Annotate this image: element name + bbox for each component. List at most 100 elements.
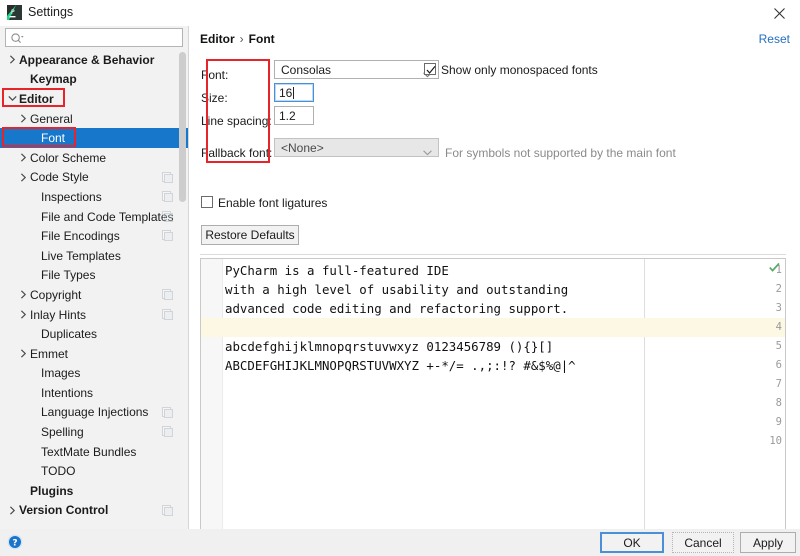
chevron-right-icon[interactable] (17, 114, 30, 123)
close-icon[interactable] (758, 0, 800, 26)
sidebar-item-label: File and Code Templates (41, 210, 174, 224)
settings-dialog: P Settings Appearance & Behavior Keymap Ed… (0, 0, 800, 556)
sidebar-item-label: Inlay Hints (30, 308, 86, 322)
sidebar-item-label: Emmet (30, 347, 68, 361)
cancel-button[interactable]: Cancel (672, 532, 734, 553)
font-label: Font: (201, 68, 228, 82)
gutter-line-number: 2 (776, 283, 782, 295)
show-monospaced-label[interactable]: Show only monospaced fonts (441, 63, 598, 77)
sidebar-item-file-encodings[interactable]: File Encodings (0, 226, 188, 246)
chevron-down-icon[interactable] (6, 95, 19, 102)
sidebar-item-appearance-behavior[interactable]: Appearance & Behavior (0, 50, 188, 70)
sidebar-item-label: Version Control (19, 503, 108, 517)
show-monospaced-checkbox[interactable] (424, 63, 436, 75)
sidebar-item-keymap[interactable]: Keymap (0, 70, 188, 90)
sidebar-item-images[interactable]: Images (0, 364, 188, 384)
gutter-line-number: 10 (769, 435, 782, 447)
font-ligatures-checkbox[interactable] (201, 196, 213, 208)
sidebar-scrollbar-thumb[interactable] (179, 52, 186, 202)
sidebar-item-label: Appearance & Behavior (19, 53, 154, 67)
reset-link[interactable]: Reset (759, 32, 790, 46)
sidebar-item-inspections[interactable]: Inspections (0, 187, 188, 207)
help-icon[interactable]: ? (7, 534, 23, 550)
svg-text:?: ? (12, 538, 17, 548)
chevron-right-icon[interactable] (17, 290, 30, 299)
project-config-icon (162, 426, 173, 437)
apply-button[interactable]: Apply (740, 532, 796, 553)
preview-line-text: PyCharm is a full-featured IDE (225, 263, 449, 278)
gutter-separator (222, 259, 223, 535)
gutter-line-number: 9 (776, 416, 782, 428)
sidebar-item-intentions[interactable]: Intentions (0, 383, 188, 403)
gutter-line-number: 5 (776, 340, 782, 352)
sidebar-item-font[interactable]: Font (0, 128, 188, 148)
project-config-icon (162, 230, 173, 241)
sidebar-item-file-and-code-templates[interactable]: File and Code Templates (0, 207, 188, 227)
sidebar-item-copyright[interactable]: Copyright (0, 285, 188, 305)
project-config-icon (162, 211, 173, 222)
sidebar-item-editor[interactable]: Editor (0, 89, 188, 109)
sidebar-item-label: Font (41, 131, 65, 145)
sidebar-scrollbar[interactable] (179, 52, 186, 547)
sidebar-item-label: Duplicates (41, 327, 97, 341)
sidebar-item-emmet[interactable]: Emmet (0, 344, 188, 364)
title-bar: P Settings (0, 0, 800, 26)
sidebar-item-inlay-hints[interactable]: Inlay Hints (0, 305, 188, 325)
fallback-font-hint: For symbols not supported by the main fo… (445, 146, 676, 160)
sidebar-item-label: Plugins (30, 484, 73, 498)
chevron-down-icon (423, 145, 432, 159)
sidebar-item-label: Code Style (30, 170, 89, 184)
sidebar-item-label: File Types (41, 268, 95, 282)
sidebar-item-label: Spelling (41, 425, 84, 439)
sidebar-item-label: Inspections (41, 190, 102, 204)
ok-button[interactable]: OK (600, 532, 664, 553)
sidebar-item-code-style[interactable]: Code Style (0, 168, 188, 188)
chevron-right-icon[interactable] (17, 173, 30, 182)
project-config-icon (162, 309, 173, 320)
line-spacing-value: 1.2 (279, 109, 296, 123)
settings-tree[interactable]: Appearance & Behavior Keymap Editor General… (0, 50, 188, 529)
sidebar-item-todo[interactable]: TODO (0, 461, 188, 481)
chevron-right-icon[interactable] (17, 349, 30, 358)
window-title: Settings (28, 5, 73, 19)
gutter-line-number: 4 (776, 321, 782, 333)
search-input[interactable] (28, 30, 178, 45)
sidebar-item-general[interactable]: General (0, 109, 188, 129)
sidebar-item-version-control[interactable]: Version Control (0, 501, 188, 521)
fallback-font-dropdown[interactable]: <None> (274, 138, 439, 157)
sidebar-item-file-types[interactable]: File Types (0, 266, 188, 286)
project-config-icon (162, 172, 173, 183)
size-label: Size: (201, 91, 228, 105)
preview-line-text: abcdefghijklmnopqrstuvwxyz 0123456789 ()… (225, 339, 553, 354)
font-ligatures-label[interactable]: Enable font ligatures (218, 196, 327, 210)
sidebar-item-label: Images (41, 366, 80, 380)
chevron-right-icon[interactable] (6, 506, 19, 515)
sidebar-item-textmate-bundles[interactable]: TextMate Bundles (0, 442, 188, 462)
font-size-input[interactable]: 16 (274, 83, 314, 102)
preview-line-text: with a high level of usability and outst… (225, 282, 568, 297)
font-preview-editor[interactable]: 1PyCharm is a full-featured IDE2with a h… (200, 258, 786, 536)
search-icon (11, 33, 23, 44)
sidebar-item-color-scheme[interactable]: Color Scheme (0, 148, 188, 168)
breadcrumb-parent[interactable]: Editor (200, 32, 235, 46)
settings-sidebar: Appearance & Behavior Keymap Editor General… (0, 26, 188, 529)
font-family-value: Consolas (275, 63, 331, 77)
sidebar-item-live-templates[interactable]: Live Templates (0, 246, 188, 266)
chevron-right-icon[interactable] (17, 310, 30, 319)
project-config-icon (162, 407, 173, 418)
pycharm-icon: P (7, 5, 22, 20)
chevron-right-icon[interactable] (17, 153, 30, 162)
font-size-value: 16 (279, 86, 292, 100)
sidebar-item-duplicates[interactable]: Duplicates (0, 324, 188, 344)
search-box[interactable] (5, 28, 183, 47)
font-family-dropdown[interactable]: Consolas (274, 60, 439, 79)
sidebar-item-language-injections[interactable]: Language Injections (0, 403, 188, 423)
sidebar-item-plugins[interactable]: Plugins (0, 481, 188, 501)
breadcrumb: Editor›Font (200, 32, 275, 46)
chevron-right-icon[interactable] (6, 55, 19, 64)
restore-defaults-button[interactable]: Restore Defaults (201, 225, 299, 245)
sidebar-item-label: Editor (19, 92, 54, 106)
sidebar-item-spelling[interactable]: Spelling (0, 422, 188, 442)
green-check-icon (769, 262, 780, 276)
line-spacing-input[interactable]: 1.2 (274, 106, 314, 125)
